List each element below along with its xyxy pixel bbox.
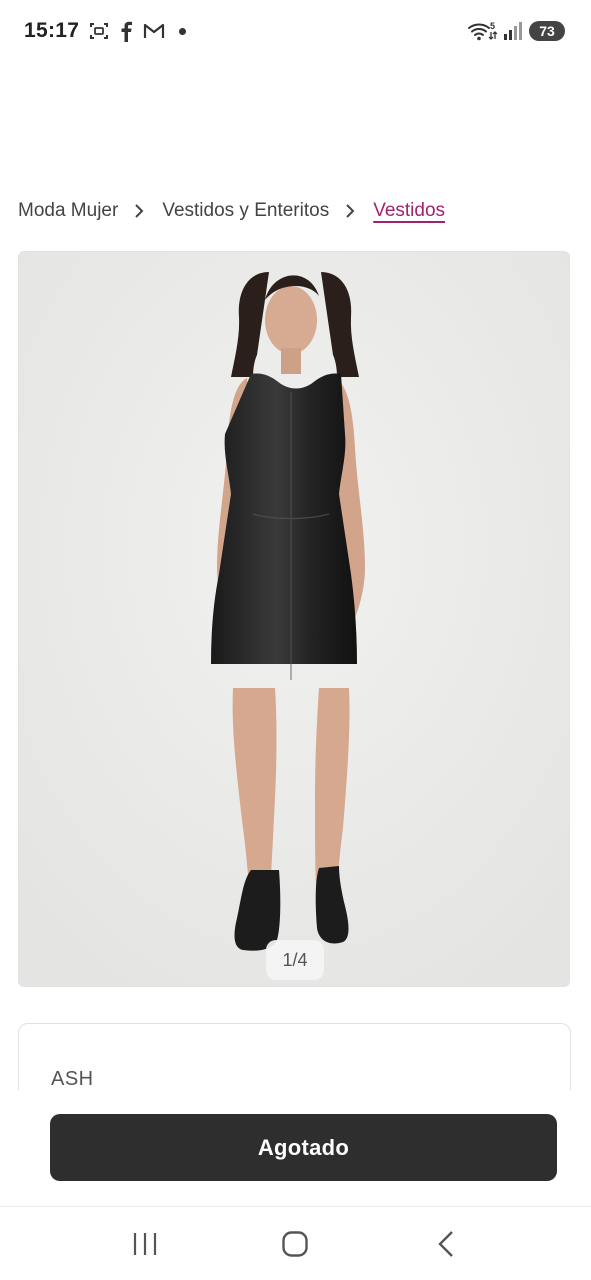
status-time: 15:17 — [24, 19, 80, 42]
signal-icon — [503, 21, 523, 41]
product-brand[interactable]: ASH — [51, 1068, 94, 1091]
breadcrumb-item-moda-mujer[interactable]: Moda Mujer — [18, 200, 118, 222]
network-type-label: 5 — [490, 21, 495, 31]
back-icon[interactable] — [416, 1219, 476, 1269]
system-nav-bar — [0, 1206, 591, 1280]
chevron-right-icon — [345, 203, 355, 219]
facebook-icon — [119, 20, 133, 42]
notification-dot — [179, 27, 187, 35]
breadcrumb-item-vestidos[interactable]: Vestidos — [373, 200, 445, 222]
recent-apps-icon[interactable] — [115, 1219, 175, 1269]
sold-out-button[interactable]: Agotado — [50, 1114, 557, 1181]
chevron-right-icon — [134, 203, 144, 219]
status-right: 5 73 — [467, 20, 565, 42]
home-icon[interactable] — [265, 1219, 325, 1269]
product-image-gallery[interactable]: 1/4 — [18, 251, 570, 987]
screenshot-icon — [89, 21, 109, 41]
gmail-icon — [143, 22, 165, 40]
product-photo — [19, 252, 569, 986]
breadcrumb: Moda Mujer Vestidos y Enteritos Vestidos — [18, 196, 445, 226]
wifi-icon: 5 — [467, 20, 497, 42]
battery-icon: 73 — [529, 21, 565, 41]
gallery-counter: 1/4 — [266, 940, 324, 980]
bottom-action-panel: Agotado — [0, 1090, 591, 1206]
breadcrumb-item-vestidos-y-enteritos[interactable]: Vestidos y Enteritos — [162, 200, 329, 222]
status-bar: 15:17 5 73 — [0, 0, 591, 62]
status-left: 15:17 — [24, 19, 187, 43]
